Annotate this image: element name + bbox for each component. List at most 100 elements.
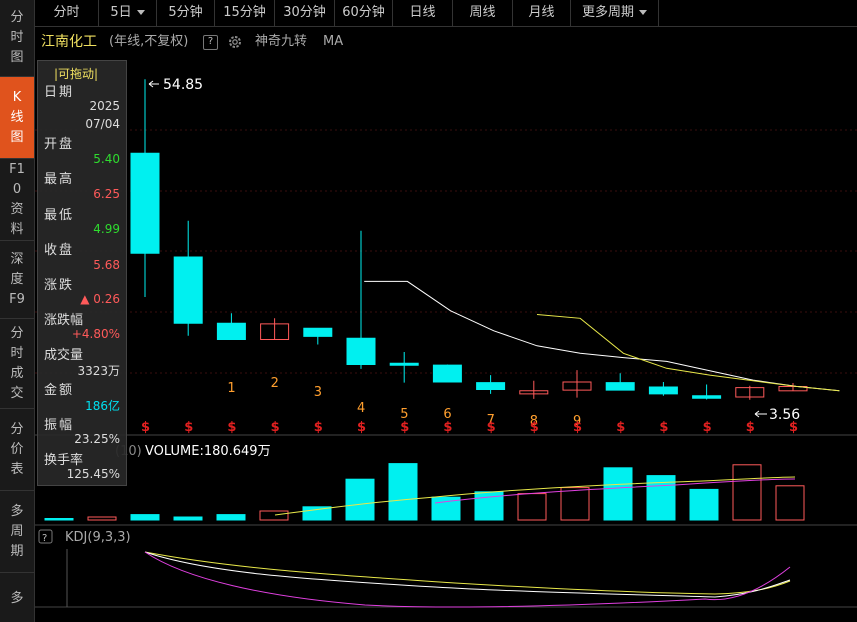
- dollar-marker: $: [616, 420, 625, 435]
- kdj-j-line: [144, 551, 791, 608]
- turnover-value: 125.45%: [66, 467, 120, 481]
- date-label: 日期: [44, 85, 75, 100]
- period-60min-button[interactable]: 60分钟: [335, 0, 393, 26]
- volume-bar: [689, 488, 719, 521]
- period-weekly-button[interactable]: 周线: [453, 0, 513, 26]
- volume-label: VOLUME:180.649万: [145, 444, 271, 459]
- low-value: 4.99: [93, 222, 120, 236]
- open-value: 5.40: [93, 152, 120, 166]
- kdj-help-glyph: ?: [42, 533, 47, 544]
- dollar-marker: $: [400, 420, 409, 435]
- amplitude-value: 23.25%: [74, 432, 120, 446]
- dollar-marker: $: [271, 420, 280, 435]
- chart-annotations: 54.853.561 234 5 6 7 8 9$ $ $ $ $ $ $ $ $ $ $ $ $ $ $ $: [141, 77, 800, 435]
- volume-bar: [517, 493, 547, 521]
- dollar-marker: $: [184, 420, 193, 435]
- turnover-label: 换手率: [44, 453, 84, 468]
- period-15min-button[interactable]: 15分钟: [215, 0, 275, 26]
- nine-turn-number: 3: [314, 385, 322, 400]
- period-30min-button[interactable]: 30分钟: [275, 0, 335, 26]
- high-label: 最高: [44, 172, 75, 187]
- dollar-marker: $: [314, 420, 323, 435]
- dollar-marker: $: [141, 420, 150, 435]
- close-value: 5.68: [93, 258, 120, 272]
- candle-body: [692, 395, 722, 399]
- candle-body: [346, 337, 376, 365]
- pct-change-label: 涨跌幅: [44, 313, 84, 328]
- volume-bar: [603, 467, 633, 521]
- volume-value: 3323万: [77, 364, 120, 378]
- candle-body: [173, 256, 203, 324]
- amplitude-label: 振幅: [44, 418, 75, 433]
- period-daily-button[interactable]: 日线: [393, 0, 453, 26]
- tab-more[interactable]: 多: [0, 573, 34, 622]
- period-5day-dropdown[interactable]: 5日: [99, 0, 157, 26]
- high-value: 6.25: [93, 187, 120, 201]
- volume-bar: [259, 510, 289, 521]
- high-price-label: 54.85: [163, 77, 203, 93]
- volume-pane: (10) VOLUME:180.649万: [44, 444, 805, 521]
- dollar-marker: $: [227, 420, 236, 435]
- date-year: 2025: [89, 99, 120, 113]
- change-label: 涨跌: [44, 278, 75, 293]
- kdj-pane: ? KDJ(9,3,3): [38, 529, 791, 608]
- volume-bar: [732, 464, 762, 521]
- ma-label[interactable]: MA: [323, 27, 343, 57]
- date-month-day: 07/04: [85, 117, 120, 131]
- kdj-label: KDJ(9,3,3): [65, 530, 131, 545]
- volume-bar: [44, 518, 74, 521]
- kline-chart[interactable]: 54.853.561 234 5 6 7 8 9$ $ $ $ $ $ $ $ $ $ $ $ $ $ $ $ (10) V…: [35, 57, 857, 622]
- dollar-marker: $: [659, 420, 668, 435]
- tab-multi-period[interactable]: 多周期: [0, 491, 34, 573]
- dollar-marker: $: [487, 420, 496, 435]
- period-toolbar: 分时 5日 5分钟 15分钟 30分钟 60分钟 日线 周线 月线 更多周期: [35, 0, 857, 27]
- volume-bar: [130, 514, 160, 521]
- candle-body: [216, 322, 246, 340]
- indicator-label[interactable]: 神奇九转: [255, 27, 307, 57]
- chevron-down-icon: [136, 10, 145, 15]
- candle-series: [130, 79, 808, 400]
- amount-value: 186亿: [85, 399, 120, 413]
- ma-line-yellow: [536, 314, 840, 392]
- help-icon[interactable]: ?: [203, 35, 218, 50]
- chart-mode-label: (年线,不复权): [109, 34, 189, 49]
- volume-bar: [216, 514, 246, 521]
- candle-body: [605, 382, 635, 391]
- tab-kline-chart[interactable]: K线图: [0, 77, 34, 159]
- dollar-marker: $: [530, 420, 539, 435]
- volume-bar: [173, 516, 203, 521]
- change-value: ▲ 0.26: [80, 292, 120, 306]
- drag-handle[interactable]: |可拖动|: [54, 65, 98, 82]
- gear-icon[interactable]: [227, 34, 243, 50]
- period-timeshare-button[interactable]: 分时: [35, 0, 99, 26]
- nine-turn-number: 4: [357, 401, 365, 416]
- pct-change-value: +4.80%: [71, 327, 120, 341]
- dollar-marker: $: [789, 420, 798, 435]
- tab-timeshare-chart[interactable]: 分时图: [0, 0, 34, 77]
- candle-body: [432, 364, 462, 383]
- dollar-marker: $: [357, 420, 366, 435]
- volume-label: 成交量: [44, 348, 84, 363]
- volume-bar: [775, 485, 805, 521]
- period-more-dropdown[interactable]: 更多周期: [571, 0, 659, 26]
- dollar-marker: $: [443, 420, 452, 435]
- tab-price-table[interactable]: 分价表: [0, 409, 34, 491]
- nine-turn-number: 2: [271, 376, 279, 391]
- tab-depth-f9[interactable]: 深度F9: [0, 241, 34, 319]
- tab-f10-info[interactable]: F10资料: [0, 159, 34, 241]
- stock-name: 江南化工: [41, 34, 97, 50]
- period-5min-button[interactable]: 5分钟: [157, 0, 215, 26]
- amount-label: 金额: [44, 383, 75, 398]
- nine-turn-number: 1: [227, 381, 235, 396]
- tab-timeshare-trades[interactable]: 分时成交: [0, 319, 34, 409]
- candle-body: [648, 386, 678, 395]
- volume-bar: [388, 463, 418, 521]
- period-monthly-button[interactable]: 月线: [513, 0, 571, 26]
- dollar-marker: $: [746, 420, 755, 435]
- candle-body: [389, 362, 419, 366]
- open-label: 开盘: [44, 137, 75, 152]
- candle-info-panel[interactable]: |可拖动| 日期 2025 07/04 开盘 5.40 最高 6.25 最低 4…: [37, 60, 127, 486]
- stock-title-bar: 江南化工 (年线,不复权) ? 神奇九转 MA: [35, 27, 857, 57]
- kdj-k-line: [144, 551, 791, 598]
- close-label: 收盘: [44, 243, 75, 258]
